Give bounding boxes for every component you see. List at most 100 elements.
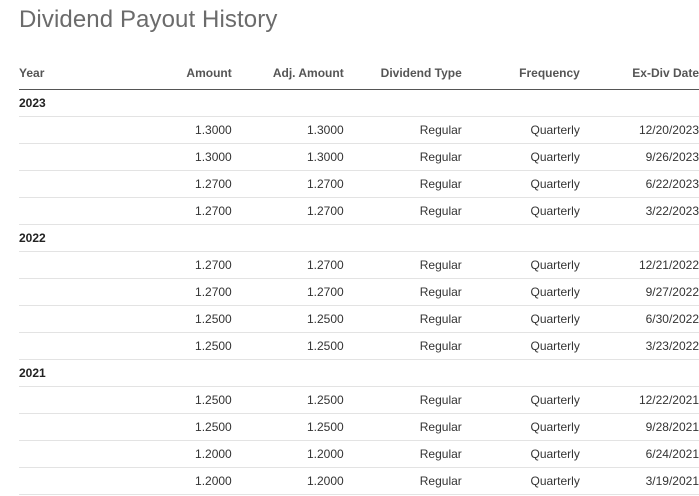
table-row: 1.2500 1.2500 Regular Quarterly 6/30/202… [19,305,699,333]
dividend-type-cell: Regular [343,467,462,495]
year-cell-empty [19,440,121,468]
ex-div-date-cell: 3/23/2022 [579,332,699,360]
table-row: 1.3000 1.3000 Regular Quarterly 9/26/202… [19,143,699,171]
amount-cell: 1.2500 [120,305,232,333]
col-header-year[interactable]: Year [19,57,121,90]
frequency-cell: Quarterly [461,143,580,171]
adj-amount-cell: 1.2500 [231,413,344,441]
dividend-type-cell: Regular [343,197,462,225]
ex-div-date-cell: 12/22/2021 [579,386,699,414]
year-group-row: 2023 [19,89,699,117]
ex-div-date-cell: 3/22/2023 [579,197,699,225]
adj-amount-cell: 1.2000 [231,467,344,495]
year-group-row: 2022 [19,224,699,252]
amount-cell: 1.3000 [120,116,232,144]
amount-cell: 1.2000 [120,440,232,468]
frequency-cell: Quarterly [461,467,580,495]
ex-div-date-cell: 6/30/2022 [579,305,699,333]
year-cell-empty [19,386,121,414]
adj-amount-cell: 1.3000 [231,116,344,144]
adj-amount-cell: 1.2500 [231,332,344,360]
amount-cell: 1.2700 [120,170,232,198]
table-header: Year Amount Adj. Amount Dividend Type Fr… [19,57,699,90]
frequency-cell: Quarterly [461,170,580,198]
ex-div-date-cell: 12/20/2023 [579,116,699,144]
amount-cell: 1.3000 [120,143,232,171]
year-cell-empty [19,170,121,198]
dividend-table: Year Amount Adj. Amount Dividend Type Fr… [19,57,699,495]
ex-div-date-cell: 6/22/2023 [579,170,699,198]
amount-cell: 1.2500 [120,413,232,441]
table-body: 2023 1.3000 1.3000 Regular Quarterly 12/… [19,89,699,495]
year-cell-empty [19,197,121,225]
dividend-type-cell: Regular [343,278,462,306]
adj-amount-cell: 1.2700 [231,197,344,225]
ex-div-date-cell: 6/24/2021 [579,440,699,468]
table-row: 1.2700 1.2700 Regular Quarterly 6/22/202… [19,170,699,198]
frequency-cell: Quarterly [461,305,580,333]
table-row: 1.2500 1.2500 Regular Quarterly 3/23/202… [19,332,699,360]
year-cell-empty [19,143,121,171]
frequency-cell: Quarterly [461,386,580,414]
ex-div-date-cell: 9/28/2021 [579,413,699,441]
amount-cell: 1.2000 [120,467,232,495]
frequency-cell: Quarterly [461,440,580,468]
col-header-ex-div-date[interactable]: Ex-Div Date [579,57,699,90]
table-row: 1.2500 1.2500 Regular Quarterly 12/22/20… [19,386,699,414]
table-row: 1.3000 1.3000 Regular Quarterly 12/20/20… [19,116,699,144]
frequency-cell: Quarterly [461,278,580,306]
year-label: 2022 [19,224,699,252]
year-cell-empty [19,305,121,333]
year-cell-empty [19,251,121,279]
page-title: Dividend Payout History [19,6,278,33]
dividend-type-cell: Regular [343,116,462,144]
dividend-history-page: Dividend Payout History Year Amount Adj.… [0,0,699,496]
year-cell-empty [19,413,121,441]
col-header-frequency[interactable]: Frequency [461,57,580,90]
frequency-cell: Quarterly [461,116,580,144]
dividend-type-cell: Regular [343,386,462,414]
adj-amount-cell: 1.2700 [231,278,344,306]
table-row: 1.2700 1.2700 Regular Quarterly 3/22/202… [19,197,699,225]
ex-div-date-cell: 12/21/2022 [579,251,699,279]
adj-amount-cell: 1.2700 [231,251,344,279]
amount-cell: 1.2700 [120,251,232,279]
frequency-cell: Quarterly [461,251,580,279]
dividend-type-cell: Regular [343,170,462,198]
col-header-amount[interactable]: Amount [120,57,232,90]
table-row: 1.2000 1.2000 Regular Quarterly 6/24/202… [19,440,699,468]
ex-div-date-cell: 9/27/2022 [579,278,699,306]
year-cell-empty [19,332,121,360]
adj-amount-cell: 1.2000 [231,440,344,468]
adj-amount-cell: 1.2500 [231,305,344,333]
dividend-type-cell: Regular [343,332,462,360]
dividend-type-cell: Regular [343,413,462,441]
col-header-dividend-type[interactable]: Dividend Type [343,57,462,90]
table-row: 1.2700 1.2700 Regular Quarterly 9/27/202… [19,278,699,306]
amount-cell: 1.2700 [120,197,232,225]
year-cell-empty [19,116,121,144]
amount-cell: 1.2500 [120,332,232,360]
frequency-cell: Quarterly [461,413,580,441]
table-row: 1.2500 1.2500 Regular Quarterly 9/28/202… [19,413,699,441]
frequency-cell: Quarterly [461,197,580,225]
adj-amount-cell: 1.2500 [231,386,344,414]
ex-div-date-cell: 3/19/2021 [579,467,699,495]
dividend-type-cell: Regular [343,440,462,468]
dividend-type-cell: Regular [343,305,462,333]
amount-cell: 1.2700 [120,278,232,306]
year-cell-empty [19,467,121,495]
dividend-type-cell: Regular [343,143,462,171]
col-header-adj-amount[interactable]: Adj. Amount [231,57,344,90]
year-cell-empty [19,278,121,306]
table-row: 1.2000 1.2000 Regular Quarterly 3/19/202… [19,467,699,495]
year-label: 2023 [19,89,699,117]
table-row: 1.2700 1.2700 Regular Quarterly 12/21/20… [19,251,699,279]
dividend-type-cell: Regular [343,251,462,279]
ex-div-date-cell: 9/26/2023 [579,143,699,171]
year-label: 2021 [19,359,699,387]
header-row: Year Amount Adj. Amount Dividend Type Fr… [19,57,699,90]
year-group-row: 2021 [19,359,699,387]
adj-amount-cell: 1.3000 [231,143,344,171]
amount-cell: 1.2500 [120,386,232,414]
